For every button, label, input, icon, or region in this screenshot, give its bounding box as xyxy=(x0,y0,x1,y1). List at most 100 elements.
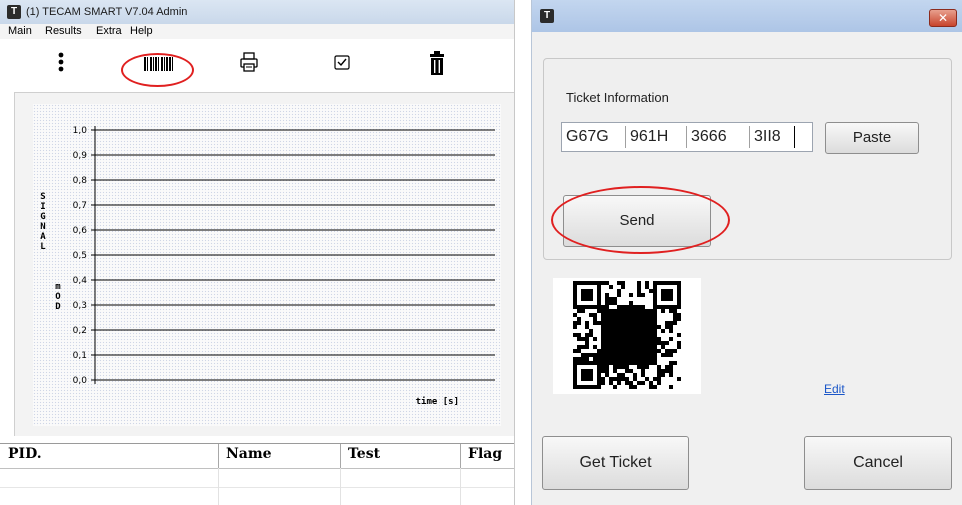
dialog-app-icon: T xyxy=(540,9,554,23)
qr-module xyxy=(661,373,665,377)
column-pid[interactable]: PID. xyxy=(8,446,42,462)
qr-module xyxy=(673,321,677,325)
qr-module xyxy=(625,365,629,369)
qr-module xyxy=(597,353,601,357)
more-vertical-icon xyxy=(58,52,64,72)
delete-button[interactable] xyxy=(422,51,452,77)
qr-module xyxy=(601,377,605,381)
y-tick-label: 0,0 xyxy=(73,376,88,386)
qr-module xyxy=(585,337,589,341)
qr-module xyxy=(581,357,585,361)
qr-module xyxy=(669,353,673,357)
column-divider[interactable] xyxy=(218,444,219,468)
results-table-header: PID. Name Test Flag xyxy=(0,443,514,469)
close-icon: ✕ xyxy=(937,11,949,25)
qr-module xyxy=(637,381,641,385)
column-name[interactable]: Name xyxy=(226,446,272,462)
qr-module xyxy=(621,281,625,285)
qr-module xyxy=(589,353,593,357)
qr-module xyxy=(673,309,677,313)
qr-module xyxy=(577,309,581,313)
qr-module xyxy=(597,357,601,361)
close-button[interactable]: ✕ xyxy=(929,9,957,27)
y-tick-label: 0,2 xyxy=(73,326,87,336)
qr-module xyxy=(609,301,613,305)
qr-module xyxy=(593,357,597,361)
table-row[interactable] xyxy=(0,488,514,505)
qr-module xyxy=(585,341,589,345)
get-ticket-button[interactable]: Get Ticket xyxy=(542,436,689,490)
qr-module xyxy=(673,317,677,321)
qr-module xyxy=(665,365,669,369)
qr-module xyxy=(641,305,645,309)
qr-module xyxy=(613,301,617,305)
column-test[interactable]: Test xyxy=(348,446,380,462)
qr-module xyxy=(609,381,613,385)
ticket-segment-1[interactable]: G67G xyxy=(564,126,626,148)
qr-module xyxy=(589,333,593,337)
qr-module xyxy=(581,353,585,357)
ticket-segment-3[interactable]: 3666 xyxy=(689,126,750,148)
menu-results[interactable]: Results xyxy=(45,25,82,37)
qr-module xyxy=(657,341,661,345)
paste-button[interactable]: Paste xyxy=(825,122,919,154)
confirm-checkbox-button[interactable] xyxy=(327,51,357,77)
qr-module xyxy=(629,305,633,309)
qr-code-icon xyxy=(573,281,681,389)
chart-plot-area: 1,0 0,9 0,8 0,7 0,6 0,5 0,4 0,3 0,2 0,1 0,0 time [s… xyxy=(33,104,501,426)
column-flag[interactable]: Flag xyxy=(468,446,502,462)
column-divider xyxy=(340,468,341,505)
qr-module xyxy=(601,365,605,369)
ticket-information-label: Ticket Information xyxy=(566,90,669,105)
qr-module xyxy=(621,305,625,309)
qr-module xyxy=(669,365,673,369)
qr-module xyxy=(613,385,617,389)
column-divider[interactable] xyxy=(460,444,461,468)
y-tick-label: 0,6 xyxy=(73,226,88,236)
qr-module xyxy=(625,369,629,373)
menu-extra[interactable]: Extra xyxy=(96,25,122,37)
qr-module xyxy=(605,305,609,309)
y-tick-label: 0,1 xyxy=(73,351,87,361)
qr-module xyxy=(597,321,601,325)
qr-module xyxy=(621,377,625,381)
ticket-segment-4[interactable]: 3II8 xyxy=(752,126,795,148)
qr-module xyxy=(645,377,649,381)
qr-module xyxy=(593,317,597,321)
column-divider[interactable] xyxy=(340,444,341,468)
menu-bar: Main Results Extra Help xyxy=(0,24,514,39)
qr-module xyxy=(657,377,661,381)
print-button[interactable] xyxy=(234,51,264,77)
qr-module xyxy=(673,313,677,317)
qr-module xyxy=(589,329,593,333)
qr-finder xyxy=(661,289,673,301)
y-tick-label: 0,9 xyxy=(73,151,88,161)
qr-module xyxy=(669,337,673,341)
qr-module xyxy=(669,373,673,377)
qr-module xyxy=(625,381,629,385)
qr-module xyxy=(645,365,649,369)
ticket-code-input[interactable]: G67G 961H 3666 3II8 xyxy=(561,122,813,152)
edit-link[interactable]: Edit xyxy=(824,382,845,396)
qr-module xyxy=(609,377,613,381)
qr-module xyxy=(677,341,681,345)
cancel-button[interactable]: Cancel xyxy=(804,436,952,490)
qr-module xyxy=(641,365,645,369)
qr-module xyxy=(661,309,665,313)
qr-module xyxy=(637,289,641,293)
table-row[interactable] xyxy=(0,469,514,488)
qr-module xyxy=(665,349,669,353)
y-axis-label-mod: mOD xyxy=(55,282,61,312)
qr-module xyxy=(581,309,585,313)
more-options-button[interactable] xyxy=(46,51,76,77)
qr-module xyxy=(617,373,621,377)
menu-help[interactable]: Help xyxy=(130,25,153,37)
signal-chart: 1,0 0,9 0,8 0,7 0,6 0,5 0,4 0,3 0,2 0,1 0,0 time [s… xyxy=(73,126,495,407)
menu-main[interactable]: Main xyxy=(8,25,32,37)
qr-module xyxy=(633,385,637,389)
qr-module xyxy=(573,321,577,325)
qr-module xyxy=(629,385,633,389)
ticket-segment-2[interactable]: 961H xyxy=(628,126,687,148)
qr-module xyxy=(665,321,669,325)
qr-module xyxy=(601,381,605,385)
